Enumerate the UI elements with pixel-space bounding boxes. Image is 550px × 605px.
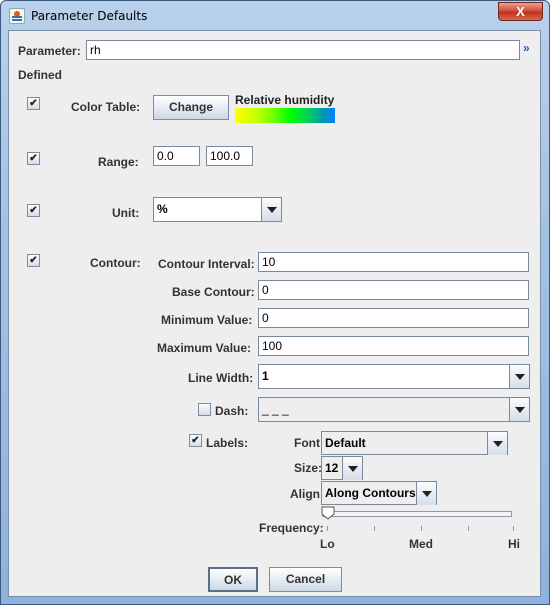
parameter-label: Parameter:: [18, 44, 81, 58]
frequency-label: Frequency:: [259, 521, 324, 535]
slider-tick: [421, 526, 422, 531]
align-label: Align:: [290, 487, 324, 501]
color-table-checkbox[interactable]: ✔: [27, 97, 40, 110]
contour-checkbox[interactable]: ✔: [27, 254, 40, 267]
labels-label: Labels:: [206, 436, 249, 450]
expand-chevron-icon[interactable]: »: [523, 41, 530, 55]
align-select[interactable]: Along Contours: [321, 481, 437, 505]
color-table-preview: [235, 108, 335, 123]
frequency-tick-hi: Hi: [508, 537, 520, 551]
ok-button[interactable]: OK: [208, 567, 258, 592]
frequency-tick-med: Med: [409, 537, 433, 551]
dropdown-arrow-icon[interactable]: [416, 482, 436, 505]
slider-tick: [374, 526, 375, 531]
dash-select[interactable]: _ _ _: [258, 397, 530, 422]
frequency-tick-lo: Lo: [320, 537, 335, 551]
base-contour-label: Base Contour:: [172, 285, 255, 299]
maximum-value-label: Maximum Value:: [157, 341, 252, 355]
slider-tick: [468, 526, 469, 531]
dash-value: _ _ _: [262, 402, 289, 416]
dash-label: Dash:: [215, 404, 249, 418]
font-select[interactable]: Default: [321, 431, 508, 455]
minimum-value-label: Minimum Value:: [161, 313, 253, 327]
parameter-input[interactable]: rh: [86, 40, 520, 60]
dropdown-arrow-icon[interactable]: [487, 432, 507, 455]
color-table-label: Color Table:: [71, 100, 141, 114]
close-button[interactable]: X: [498, 2, 543, 21]
base-contour-input[interactable]: 0: [258, 280, 529, 300]
font-value: Default: [325, 436, 366, 450]
range-max-input[interactable]: 100.0: [206, 146, 253, 166]
range-checkbox[interactable]: ✔: [27, 152, 40, 165]
align-value: Along Contours: [325, 486, 416, 500]
line-width-select[interactable]: 1: [258, 364, 530, 389]
maximum-value-input[interactable]: 100: [258, 336, 529, 356]
dropdown-arrow-icon[interactable]: [509, 398, 529, 421]
size-select[interactable]: 12: [321, 456, 363, 480]
range-min-input[interactable]: 0.0: [153, 146, 200, 166]
frequency-slider-track[interactable]: [322, 511, 512, 517]
unit-checkbox[interactable]: ✔: [27, 204, 40, 217]
dropdown-arrow-icon[interactable]: [261, 198, 281, 221]
cancel-button[interactable]: Cancel: [269, 567, 342, 592]
title-bar[interactable]: Parameter Defaults X: [1, 1, 549, 31]
size-value: 12: [325, 461, 339, 475]
range-label: Range:: [98, 155, 139, 169]
contour-interval-input[interactable]: 10: [258, 252, 529, 272]
java-app-icon: [9, 8, 25, 24]
slider-tick: [327, 526, 328, 531]
frequency-slider-thumb[interactable]: [321, 506, 335, 520]
change-color-table-button[interactable]: Change: [153, 95, 229, 120]
size-label: Size:: [294, 461, 323, 475]
labels-checkbox[interactable]: ✔: [189, 434, 202, 447]
defined-heading: Defined: [18, 68, 63, 82]
dash-checkbox[interactable]: [198, 403, 211, 416]
color-table-name: Relative humidity: [235, 93, 335, 107]
slider-tick: [513, 526, 514, 531]
window-title: Parameter Defaults: [31, 9, 148, 23]
unit-label: Unit:: [112, 206, 140, 220]
unit-value: %: [157, 202, 168, 216]
font-label: Font:: [294, 436, 324, 450]
unit-select[interactable]: %: [153, 197, 282, 222]
line-width-value: 1: [262, 369, 269, 383]
contour-label: Contour:: [90, 256, 141, 270]
dropdown-arrow-icon[interactable]: [342, 457, 362, 480]
dropdown-arrow-icon[interactable]: [509, 365, 529, 388]
contour-interval-label: Contour Interval:: [158, 257, 255, 271]
minimum-value-input[interactable]: 0: [258, 308, 529, 328]
line-width-label: Line Width:: [188, 371, 254, 385]
